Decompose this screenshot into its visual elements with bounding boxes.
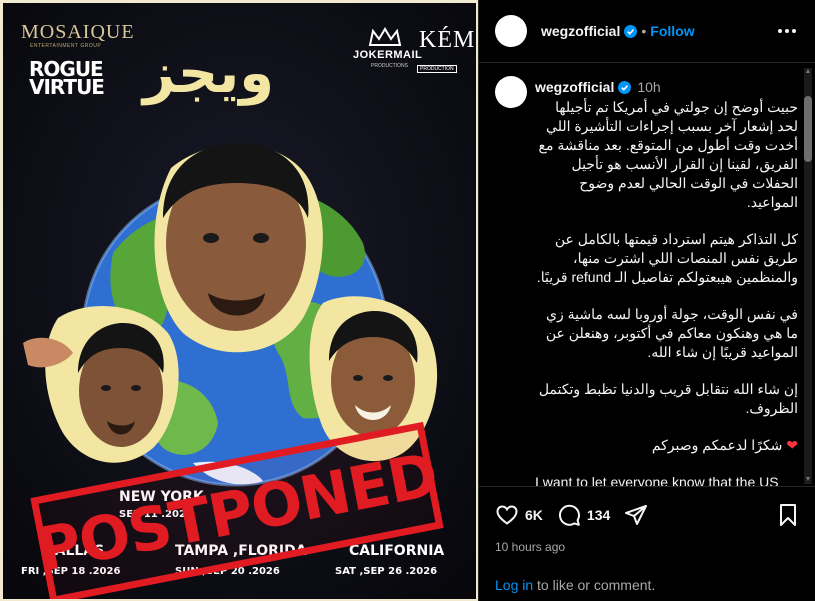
keme-logo-subtitle: PRODUCTION [417, 65, 457, 73]
action-row: 6K 134 [495, 501, 799, 529]
rogue-virtue-line2: VIRTUE [29, 75, 105, 99]
caption-thanks-text: شكرًا لدعمكم وصبركم [651, 437, 783, 453]
crown-icon [368, 27, 402, 46]
bookmark-icon [780, 504, 796, 526]
save-button[interactable] [777, 503, 799, 527]
tour-poster-image: MOSAIQUE ENTERTAINMENT GROUP ROGUE VIRTU… [3, 3, 476, 599]
header-username[interactable]: wegzofficial [541, 23, 620, 39]
post-media[interactable]: MOSAIQUE ENTERTAINMENT GROUP ROGUE VIRTU… [0, 0, 478, 601]
caption-paragraph-4: إن شاء الله نتقابل قريب والدنيا تظبط وتك… [538, 381, 798, 416]
comment-count[interactable]: 134 [587, 507, 610, 523]
face-right [329, 311, 418, 437]
comment-button[interactable] [557, 503, 581, 527]
caption-english: I want to let everyone know that the US [535, 474, 779, 486]
heart-emoji: ❤ [786, 437, 798, 453]
comment-icon [558, 504, 580, 526]
face-center [163, 143, 309, 331]
like-button[interactable] [495, 503, 519, 527]
caption-scrollbar[interactable]: ▲ ▼ [804, 68, 812, 484]
verified-badge-icon [624, 24, 638, 38]
show-city-california: CALIFORNIA [349, 543, 445, 559]
more-options-button[interactable] [775, 19, 799, 43]
like-count[interactable]: 6K [525, 507, 543, 523]
show-date-california: SAT ,SEP 26 .2026 [335, 566, 438, 577]
scroll-up-arrow-icon[interactable]: ▲ [804, 68, 812, 76]
jokermail-logo: JOKERMAIL [353, 49, 423, 61]
rogue-virtue-logo: ROGUE VIRTUE [29, 59, 105, 99]
caption-area[interactable]: wegzofficial 10h حبيت أوضح إن جولتي في أم… [479, 64, 814, 486]
avatar[interactable] [495, 15, 527, 47]
caption-paragraph-3: في نفس الوقت، جولة أوروبا لسه ماشية زي م… [545, 306, 798, 360]
post-timestamp[interactable]: 10 hours ago [495, 540, 799, 554]
scrollbar-thumb[interactable] [804, 96, 812, 162]
caption-meta: wegzofficial 10h [535, 76, 798, 96]
keme-logo: KÉME [419, 27, 476, 53]
mosaique-logo: MOSAIQUE [21, 21, 135, 43]
post-side-panel: wegzofficial • Follow wegzofficial 10h ح… [478, 0, 815, 601]
caption-time[interactable]: 10h [637, 79, 660, 95]
face-left [78, 323, 164, 447]
caption-body: wegzofficial 10h حبيت أوضح إن جولتي في أم… [535, 76, 798, 486]
post-header: wegzofficial • Follow [479, 0, 815, 63]
more-options-icon [778, 29, 796, 33]
login-link[interactable]: Log in [495, 577, 533, 593]
share-icon [625, 505, 648, 525]
caption-username[interactable]: wegzofficial [535, 79, 614, 95]
follow-button[interactable]: Follow [650, 23, 694, 39]
post-modal: MOSAIQUE ENTERTAINMENT GROUP ROGUE VIRTU… [0, 0, 815, 601]
verified-badge-icon [618, 81, 632, 94]
jokermail-logo-subtitle: PRODUCTIONS [371, 63, 408, 69]
caption-avatar[interactable] [495, 76, 527, 108]
post-actions: 6K 134 10 hours ago Log in to like or co… [479, 486, 815, 601]
poster-arabic-title: ويجز [143, 41, 275, 106]
caption-row: wegzofficial 10h حبيت أوضح إن جولتي في أم… [495, 76, 798, 486]
login-prompt: Log in to like or comment. [495, 577, 655, 593]
login-prompt-text: to like or comment. [533, 577, 656, 593]
caption-paragraph-1: حبيت أوضح إن جولتي في أمريكا تم تأجيلها … [538, 99, 798, 210]
caption-paragraph-5: ❤ شكرًا لدعمكم وصبركم [535, 436, 798, 455]
heart-icon [496, 505, 518, 525]
caption-paragraph-2: كل التذاكر هيتم استرداد قيمتها بالكامل ع… [536, 231, 798, 285]
share-button[interactable] [624, 503, 648, 527]
header-separator: • [641, 23, 647, 39]
mosaique-logo-subtitle: ENTERTAINMENT GROUP [30, 43, 102, 49]
scroll-down-arrow-icon[interactable]: ▼ [804, 476, 812, 484]
